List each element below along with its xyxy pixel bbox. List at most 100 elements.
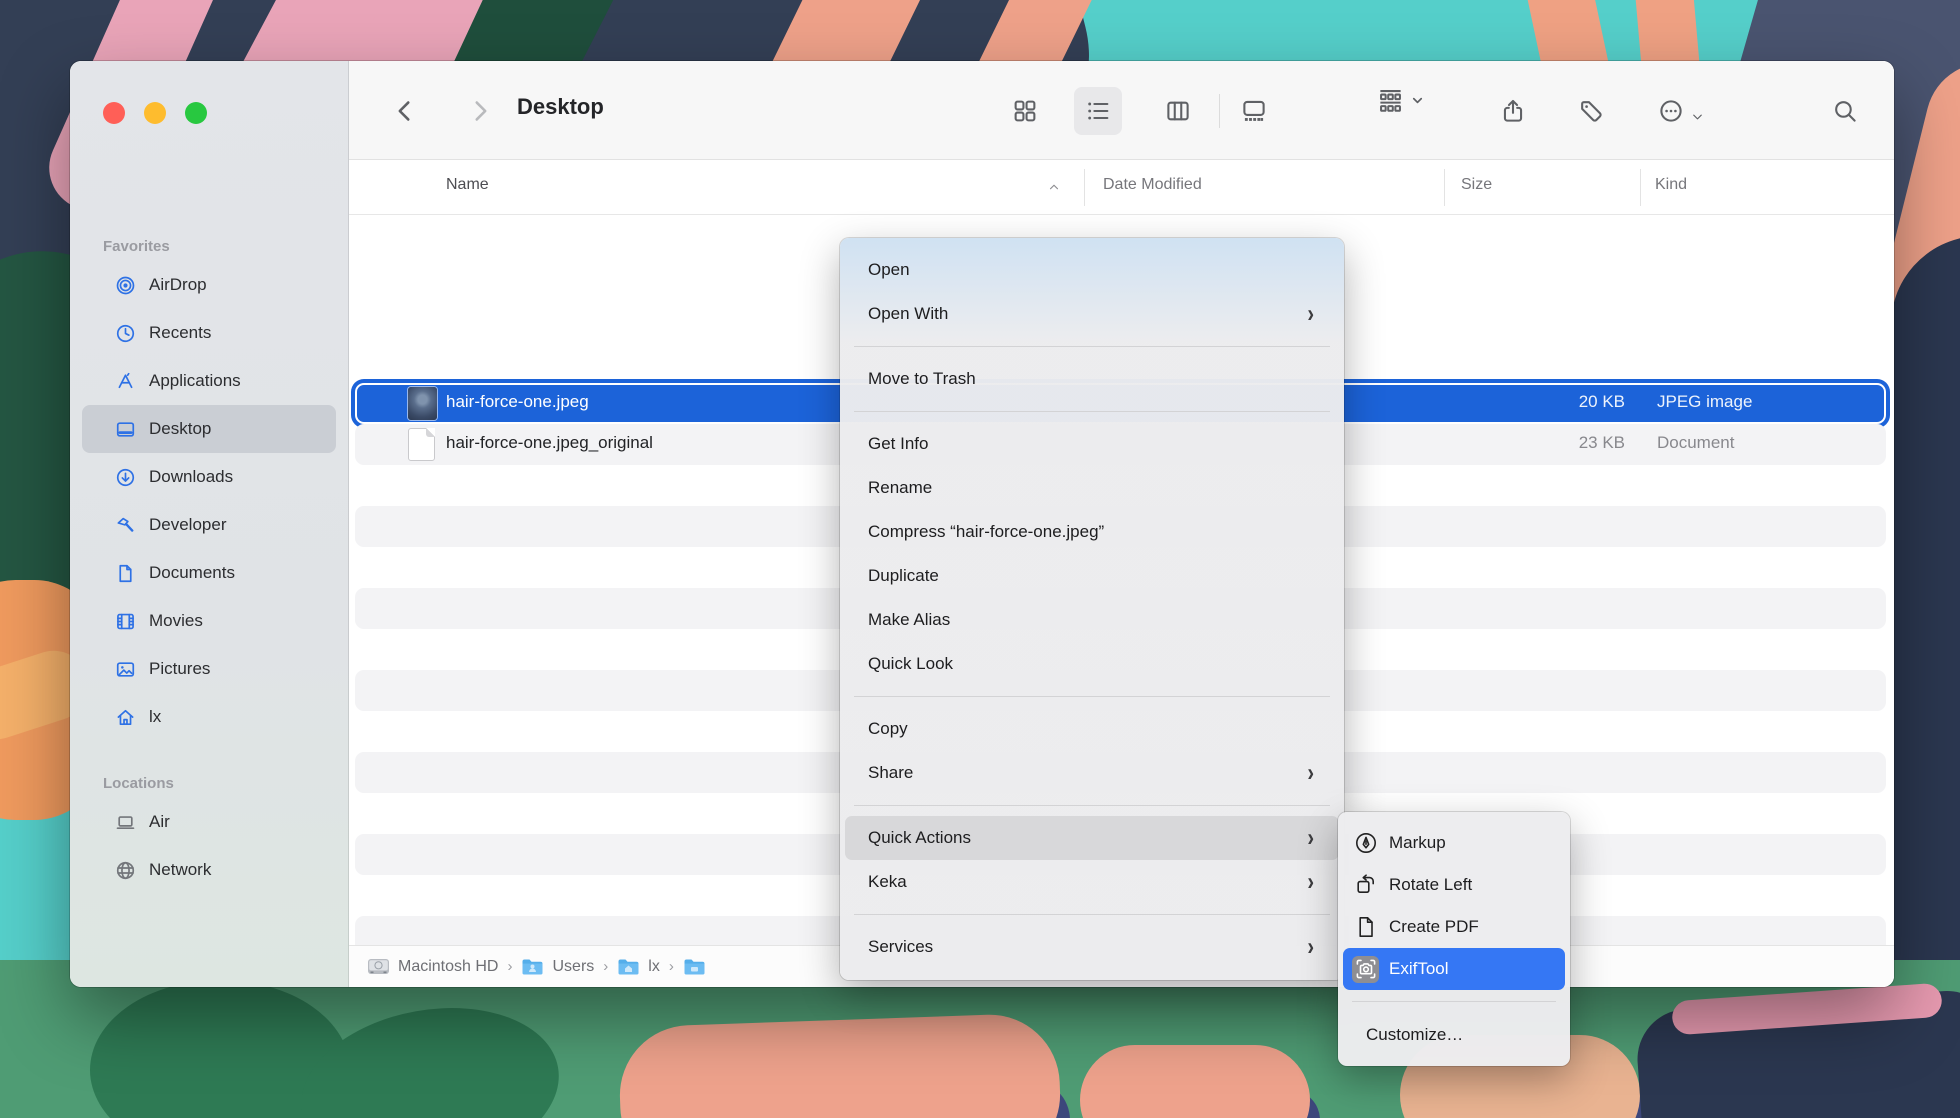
image-thumbnail [408,387,437,420]
menu-item-label: Open With [868,304,1307,324]
sidebar-item-lx[interactable]: lx [82,693,336,741]
menu-item-get-info[interactable]: Get Info [845,422,1339,466]
column-header-kind[interactable]: Kind [1655,176,1687,194]
submenu-item-label: Markup [1389,833,1446,853]
path-segment-lx[interactable]: lx [617,956,660,977]
sidebar-item-air[interactable]: Air [82,798,336,846]
menu-item-label: Copy [868,719,1314,739]
column-header-size[interactable]: Size [1461,176,1492,194]
share-button[interactable] [1489,87,1537,135]
submenu-item-label: Customize… [1366,1025,1463,1045]
laptop-icon [115,812,136,833]
chevron-down-icon [1410,93,1425,108]
menu-item-compress-hair-force-one-jpeg[interactable]: Compress “hair-force-one.jpeg” [845,510,1339,554]
desktop: FavoritesAirDropRecentsApplicationsDeskt… [0,0,1960,1118]
appstore-icon [115,371,136,392]
search-button[interactable] [1821,87,1869,135]
menu-item-move-to-trash[interactable]: Move to Trash [845,357,1339,401]
path-segment[interactable] [683,956,706,977]
sidebar-section-header: Favorites [70,238,348,261]
tag-icon [1578,98,1604,124]
menu-separator [854,411,1330,412]
sidebar-item-downloads[interactable]: Downloads [82,453,336,501]
path-segment-users[interactable]: Users [521,956,594,977]
submenu-item-rotate-left[interactable]: Rotate Left [1343,864,1565,906]
file-kind: JPEG image [1657,392,1752,412]
icon-view-button[interactable] [1001,87,1049,135]
rotate-left-icon [1352,872,1379,899]
minimize-button[interactable] [144,102,166,124]
close-button[interactable] [103,102,125,124]
submenu-chevron-icon: › [1307,824,1314,853]
submenu-item-create-pdf[interactable]: Create PDF [1343,906,1565,948]
grid-icon [1012,98,1038,124]
more-actions-button[interactable] [1645,87,1717,135]
sidebar-section-favorites: Favorites AirDrop RecentsApplicationsDeskt… [70,238,348,741]
menu-item-label: Keka [868,872,1307,892]
window-controls [103,102,207,124]
tags-button[interactable] [1567,87,1615,135]
sidebar-section-locations: LocationsAirNetwork [70,775,348,894]
chevron-down-icon [1690,104,1705,119]
sidebar-item-desktop[interactable]: Desktop [82,405,336,453]
sidebar-item-airdrop[interactable]: AirDrop [82,261,336,309]
group-icon [1377,87,1404,114]
path-chevron-icon: › [669,958,674,975]
folder-users-icon [521,956,544,977]
menu-item-copy[interactable]: Copy [845,707,1339,751]
window-title: Desktop [517,94,604,120]
menu-item-label: Rename [868,478,1314,498]
toolbar: Desktop [349,61,1894,160]
sidebar-item-documents[interactable]: Documents [82,549,336,597]
submenu-item-exiftool[interactable]: ExifTool [1343,948,1565,990]
group-button[interactable] [1377,87,1425,114]
sidebar-item-recents[interactable]: Recents [82,309,336,357]
folder-home-icon [617,956,640,977]
menu-item-make-alias[interactable]: Make Alias [845,598,1339,642]
column-view-button[interactable] [1154,87,1202,135]
columns-icon [1165,98,1191,124]
submenu-item-label: Rotate Left [1389,875,1472,895]
file-kind: Document [1657,433,1734,453]
exiftool-icon [1352,956,1379,983]
submenu-item-customize[interactable]: Customize… [1343,1014,1565,1056]
path-segment-macintosh-hd[interactable]: Macintosh HD [367,956,498,977]
forward-button[interactable] [456,87,504,135]
menu-item-share[interactable]: Share› [845,751,1339,795]
list-view-button[interactable] [1074,87,1122,135]
back-button[interactable] [381,87,429,135]
film-icon [115,611,136,632]
menu-item-duplicate[interactable]: Duplicate [845,554,1339,598]
sidebar-item-movies[interactable]: Movies [82,597,336,645]
create-pdf-icon [1352,914,1379,941]
sidebar-item-applications[interactable]: Applications [82,357,336,405]
file-size: 20 KB [1579,392,1625,412]
sidebar-item-label: AirDrop [149,275,207,295]
column-header-date-modified[interactable]: Date Modified [1103,176,1202,194]
column-header-name[interactable]: Name [446,176,489,194]
path-segment-label: Macintosh HD [398,958,498,976]
menu-item-label: Open [868,260,1314,280]
submenu-item-markup[interactable]: Markup [1343,822,1565,864]
sidebar-item-label: Movies [149,611,203,631]
share-icon [1500,98,1526,124]
menu-item-open-with[interactable]: Open With› [845,292,1339,336]
menu-item-quick-actions[interactable]: Quick Actions› [845,816,1339,860]
sidebar-item-network[interactable]: Network [82,846,336,894]
submenu-chevron-icon: › [1307,933,1314,962]
sidebar: Favorites AirDrop RecentsApplicationsDeskt… [70,61,349,987]
menu-item-services[interactable]: Services› [845,925,1339,969]
menu-item-open[interactable]: Open [845,248,1339,292]
home-icon [115,707,136,728]
download-circle-icon [115,467,136,488]
folder-icon [683,956,706,977]
gallery-view-button[interactable] [1230,87,1278,135]
zoom-button[interactable] [185,102,207,124]
menu-item-rename[interactable]: Rename [845,466,1339,510]
sidebar-item-developer[interactable]: Developer [82,501,336,549]
menu-item-label: Get Info [868,434,1314,454]
menu-item-keka[interactable]: Keka› [845,860,1339,904]
menu-item-label: Make Alias [868,610,1314,630]
menu-item-quick-look[interactable]: Quick Look [845,642,1339,686]
sidebar-item-pictures[interactable]: Pictures [82,645,336,693]
